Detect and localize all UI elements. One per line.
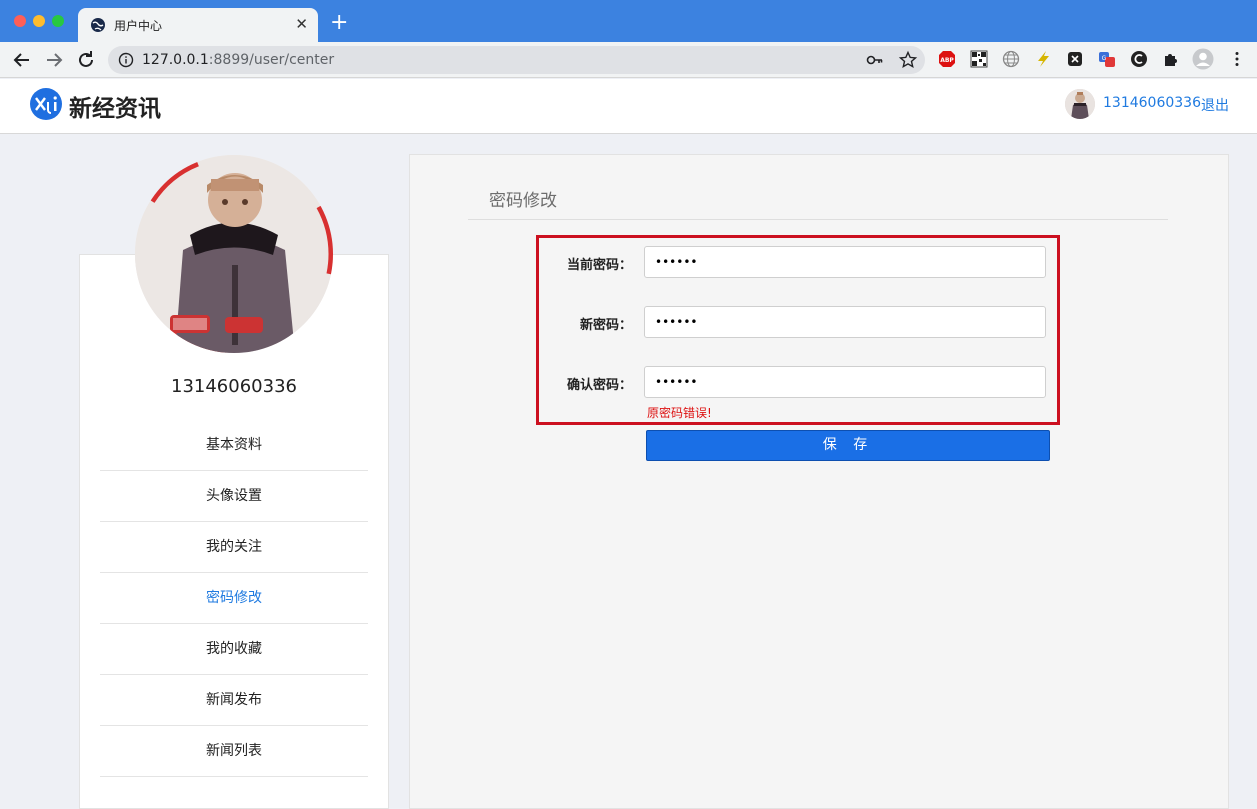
sidebar-username: 13146060336 xyxy=(171,376,297,397)
menu-item-my-favorites[interactable]: 我的收藏 xyxy=(100,624,368,675)
url-host: 127.0.0.1 xyxy=(142,52,209,68)
new-password-label: 新密码： xyxy=(579,318,632,333)
current-password-label: 当前密码： xyxy=(566,258,632,273)
user-avatar-large xyxy=(135,155,333,353)
reload-icon[interactable] xyxy=(75,49,97,71)
user-menu: 基本资料 头像设置 我的关注 密码修改 我的收藏 新闻发布 新闻列表 xyxy=(100,420,368,777)
header-username-link[interactable]: 13146060336 xyxy=(1103,95,1201,111)
menu-item-change-password[interactable]: 密码修改 xyxy=(100,573,368,624)
url-path: :8899/user/center xyxy=(208,52,335,68)
new-tab-button[interactable]: + xyxy=(330,11,348,35)
menu-item-publish-news[interactable]: 新闻发布 xyxy=(100,675,368,726)
back-icon[interactable] xyxy=(11,49,33,71)
menu-item-news-list[interactable]: 新闻列表 xyxy=(100,726,368,777)
info-icon[interactable] xyxy=(118,52,134,68)
translate-icon[interactable]: G xyxy=(1098,50,1116,68)
url-text[interactable]: 127.0.0.1:8899/user/center xyxy=(142,52,334,68)
minimize-window-button[interactable] xyxy=(33,15,45,27)
key-icon[interactable] xyxy=(866,52,884,68)
browser-toolbar: 127.0.0.1:8899/user/center ABP G xyxy=(0,42,1257,78)
avatar-photo-large xyxy=(135,155,333,353)
site-header: 新经资讯 13146060336 退出 xyxy=(0,79,1257,134)
logout-link[interactable]: 退出 xyxy=(1201,95,1229,115)
menu-item-basic-info[interactable]: 基本资料 xyxy=(100,420,368,471)
menu-item-my-follows[interactable]: 我的关注 xyxy=(100,522,368,573)
tab-title: 用户中心 xyxy=(114,19,163,33)
svg-text:ABP: ABP xyxy=(940,57,954,64)
tab-close-icon[interactable]: ✕ xyxy=(295,15,308,33)
current-password-input[interactable] xyxy=(644,246,1046,278)
star-icon[interactable] xyxy=(898,50,918,70)
confirm-password-label: 确认密码： xyxy=(566,378,632,393)
avatar-photo xyxy=(1065,89,1095,119)
close-window-button[interactable] xyxy=(14,15,26,27)
menu-item-avatar-settings[interactable]: 头像设置 xyxy=(100,471,368,522)
save-button[interactable]: 保 存 xyxy=(646,430,1050,461)
section-title: 密码修改 xyxy=(489,191,557,211)
logo-icon[interactable] xyxy=(29,87,63,121)
forward-icon[interactable] xyxy=(43,49,65,71)
section-divider xyxy=(468,219,1168,220)
adblock-icon[interactable]: ABP xyxy=(938,50,956,68)
globe-icon xyxy=(91,18,105,32)
confirm-password-input[interactable] xyxy=(644,366,1046,398)
qr-code-icon[interactable] xyxy=(970,50,988,68)
address-bar[interactable]: 127.0.0.1:8899/user/center xyxy=(108,46,925,74)
browser-titlebar: 用户中心 ✕ + xyxy=(0,0,1257,42)
profile-icon[interactable] xyxy=(1192,48,1214,70)
svg-text:G: G xyxy=(1102,55,1107,62)
extensions-puzzle-icon[interactable] xyxy=(1162,50,1180,68)
translate-globe-icon[interactable] xyxy=(1002,50,1020,68)
x-extension-icon[interactable] xyxy=(1066,50,1084,68)
lightning-icon[interactable] xyxy=(1034,50,1052,68)
c-extension-icon[interactable] xyxy=(1130,50,1148,68)
menu-dots-icon[interactable] xyxy=(1228,50,1246,68)
header-avatar[interactable] xyxy=(1065,89,1095,119)
password-error-message: 原密码错误! xyxy=(647,406,712,420)
browser-tab[interactable]: 用户中心 ✕ xyxy=(78,8,318,42)
site-logo-text[interactable]: 新经资讯 xyxy=(69,89,161,123)
new-password-input[interactable] xyxy=(644,306,1046,338)
maximize-window-button[interactable] xyxy=(52,15,64,27)
